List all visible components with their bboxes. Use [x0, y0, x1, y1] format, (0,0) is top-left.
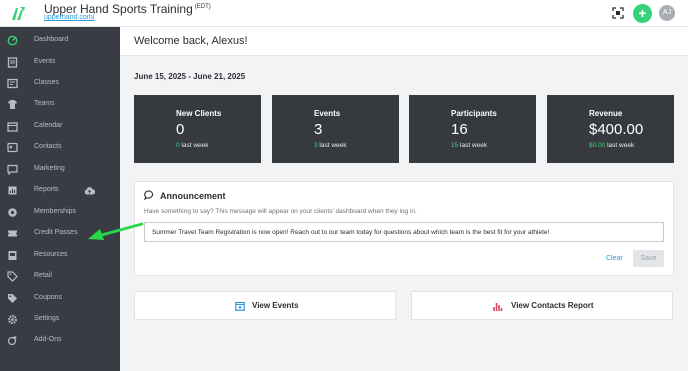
sidebar-item-reports[interactable]: Reports [0, 181, 120, 201]
sidebar-item-label: Add-Ons [34, 336, 62, 343]
credit-passes-icon [8, 230, 17, 237]
sidebar-item-calendar[interactable]: Calendar [0, 117, 120, 137]
stat-value: 16 [451, 121, 468, 138]
stat-value: $400.00 [589, 121, 644, 138]
contacts-icon [7, 142, 18, 153]
sidebar: Dashboard Events Classes Teams Calendar … [0, 27, 120, 371]
stat-title: Participants [451, 109, 497, 118]
stat-card-revenue[interactable]: Revenue $400.00 $0.00 last week [547, 95, 674, 163]
announcement-description: Have something to say? This message will… [144, 208, 417, 215]
stat-last-week: 0 last week [176, 142, 209, 149]
view-events-label: View Events [252, 301, 299, 310]
arrow-pointer-icon [88, 222, 144, 240]
sidebar-item-label: Events [34, 58, 56, 65]
stat-card-events[interactable]: Events 3 3 last week [272, 95, 399, 163]
sidebar-item-add-ons[interactable]: Add-Ons [0, 331, 120, 351]
classes-icon [7, 78, 18, 89]
stat-title: New Clients [176, 109, 222, 118]
stat-last-week: 3 last week [314, 142, 347, 149]
sidebar-item-label: Reports [34, 186, 59, 193]
view-contacts-report-label: View Contacts Report [511, 301, 594, 310]
calendar-star-icon [235, 301, 245, 311]
stat-card-new-clients[interactable]: New Clients 0 0 last week [134, 95, 261, 163]
stat-title: Events [314, 109, 341, 118]
stat-card-participants[interactable]: Participants 16 15 last week [409, 95, 536, 163]
speech-bubble-icon [144, 190, 154, 200]
sidebar-item-label: Credit Passes [34, 229, 78, 236]
stat-value: 3 [314, 121, 323, 138]
sidebar-item-label: Retail [34, 272, 52, 279]
sidebar-item-settings[interactable]: Settings [0, 310, 120, 330]
stat-value: 0 [176, 121, 185, 138]
add-button[interactable]: + [633, 4, 652, 23]
sidebar-item-classes[interactable]: Classes [0, 74, 120, 94]
stat-last-week: $0.00 last week [589, 142, 635, 149]
sidebar-item-contacts[interactable]: Contacts [0, 138, 120, 158]
sidebar-item-retail[interactable]: Retail [0, 267, 120, 287]
sidebar-item-teams[interactable]: Teams [0, 95, 120, 115]
sidebar-item-marketing[interactable]: Marketing [0, 160, 120, 180]
view-events-button[interactable]: View Events [134, 291, 396, 320]
sidebar-item-label: Calendar [34, 122, 63, 129]
stat-title: Revenue [589, 109, 623, 118]
resources-icon [8, 251, 17, 260]
sidebar-item-label: Resources [34, 251, 68, 258]
cloud-upload-icon[interactable] [84, 186, 95, 195]
dashboard-icon [7, 35, 18, 46]
teams-icon [8, 100, 17, 109]
date-range: June 15, 2025 - June 21, 2025 [134, 72, 246, 81]
sidebar-item-events[interactable]: Events [0, 53, 120, 73]
clear-button[interactable]: Clear [606, 255, 623, 262]
sidebar-item-label: Teams [34, 100, 55, 107]
sidebar-item-label: Dashboard [34, 36, 69, 43]
save-button[interactable]: Save [633, 250, 664, 267]
website-link[interactable]: upperhand.com/ [44, 14, 95, 21]
logo-icon[interactable] [10, 5, 26, 22]
welcome-message: Welcome back, Alexus! [134, 35, 248, 47]
sidebar-item-label: Memberships [34, 208, 77, 215]
sidebar-item-label: Coupons [34, 294, 63, 301]
sidebar-item-coupons[interactable]: Coupons [0, 289, 120, 309]
timezone-label: (EDT) [194, 4, 211, 10]
stat-last-week: 15 last week [451, 142, 488, 149]
calendar-icon [7, 122, 18, 132]
sidebar-item-label: Settings [34, 315, 60, 322]
marketing-icon [7, 164, 18, 175]
view-contacts-report-button[interactable]: View Contacts Report [411, 291, 673, 320]
avatar[interactable]: AJ [659, 5, 675, 21]
sidebar-item-label: Classes [34, 79, 59, 86]
memberships-icon [8, 208, 17, 217]
reports-icon [8, 186, 17, 195]
app-header: Upper Hand Sports Training (EDT) upperhan… [0, 0, 688, 27]
announcement-message-field[interactable]: Summer Travel Team Registration is now o… [144, 222, 664, 242]
settings-icon [7, 314, 18, 325]
events-icon [7, 57, 18, 68]
sidebar-item-label: Marketing [34, 165, 65, 172]
sidebar-item-resources[interactable]: Resources [0, 246, 120, 266]
welcome-bar: Welcome back, Alexus! [120, 27, 688, 56]
add-ons-icon [7, 336, 17, 346]
sidebar-item-dashboard[interactable]: Dashboard [0, 31, 120, 51]
bar-chart-icon [493, 303, 503, 311]
coupons-icon [8, 294, 17, 303]
announcement-card: Announcement Have something to say? This… [134, 181, 674, 276]
qr-scan-icon[interactable] [612, 7, 624, 19]
announcement-title: Announcement [160, 191, 226, 201]
retail-icon [7, 271, 18, 282]
sidebar-item-label: Contacts [34, 143, 62, 150]
